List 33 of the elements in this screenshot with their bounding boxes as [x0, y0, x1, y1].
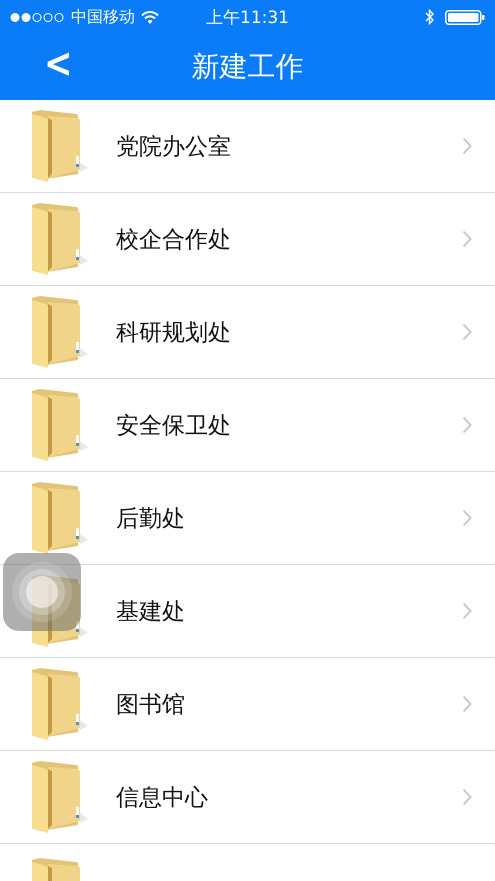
- list-item[interactable]: 科研规划处: [0, 286, 495, 379]
- folder-name: 党院办公室: [116, 132, 232, 162]
- carrier-name: 中国移动: [71, 6, 135, 28]
- folder-name: 图书馆: [116, 690, 186, 720]
- folder-name: 信息中心: [116, 784, 209, 812]
- chevron-icon: [462, 695, 472, 713]
- folder-name: 校企合作处: [116, 226, 232, 254]
- chevron-icon: [462, 416, 472, 434]
- signal-icon: [10, 12, 65, 22]
- back-button[interactable]: <: [40, 40, 76, 88]
- chevron-icon: [462, 137, 472, 155]
- chevron-icon: [462, 788, 472, 806]
- wifi-icon: [141, 10, 159, 24]
- list-item[interactable]: 校企合作处: [0, 193, 495, 286]
- chevron-icon: [462, 509, 472, 527]
- list-item[interactable]: 后勤处: [0, 472, 495, 565]
- bluetooth-icon: [425, 8, 435, 26]
- chevron-icon: [462, 323, 472, 341]
- page-title: 新建工作: [192, 49, 304, 85]
- list-item[interactable]: 信息中心: [0, 751, 495, 844]
- chevron-icon: [462, 602, 472, 620]
- list-item[interactable]: 基建处: [0, 565, 495, 658]
- folder-name: 基建处: [116, 598, 186, 626]
- assistive-touch-button[interactable]: [3, 553, 81, 631]
- chevron-icon: [462, 230, 472, 248]
- status-time: 上午11:31: [206, 6, 289, 28]
- folder-name: 科研规划处: [116, 318, 232, 348]
- folder-name: 后勤处: [116, 504, 186, 534]
- battery-icon: [445, 10, 485, 24]
- list-item[interactable]: 图书馆: [0, 658, 495, 751]
- list-item[interactable]: 党院办公室: [0, 100, 495, 193]
- folder-name: 安全保卫处: [116, 412, 232, 440]
- list-item[interactable]: 安全保卫处: [0, 379, 495, 472]
